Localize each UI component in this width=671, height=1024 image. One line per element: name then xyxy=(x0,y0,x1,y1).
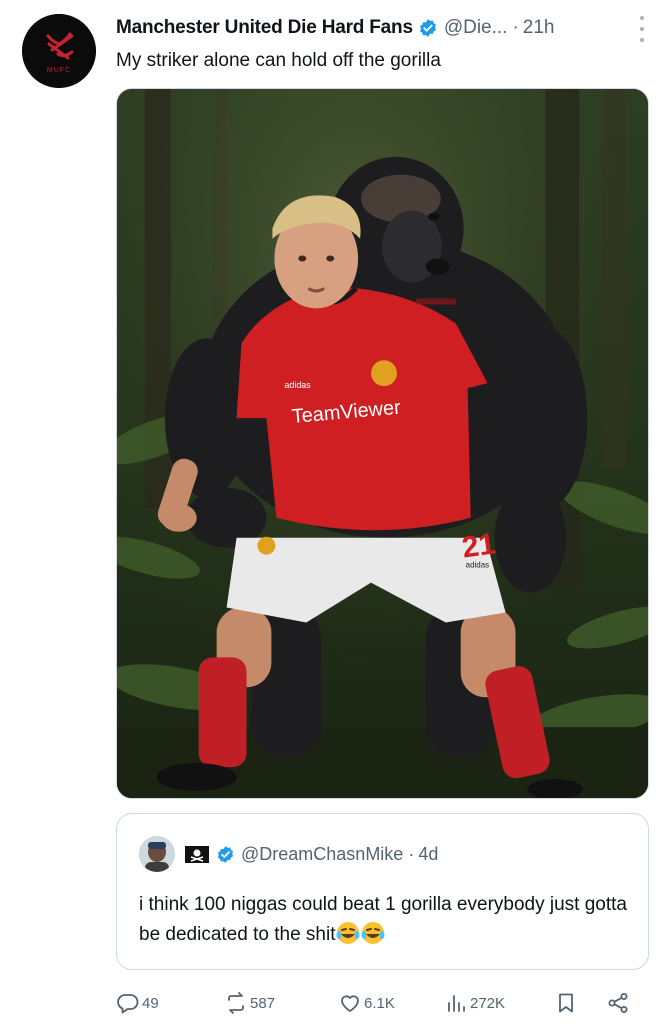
verified-badge-icon xyxy=(419,19,436,37)
quoted-post-header: @DreamChasnMike · 4d xyxy=(139,836,438,872)
pirate-flag-icon xyxy=(185,845,209,863)
separator-dot: · xyxy=(512,17,519,38)
quoted-post[interactable]: @DreamChasnMike · 4d i think 100 niggas … xyxy=(116,813,649,970)
share-button[interactable] xyxy=(606,988,630,1018)
shorts-brand: adidas xyxy=(466,561,489,570)
view-count: 272K xyxy=(470,994,506,1012)
more-options-icon[interactable] xyxy=(637,16,647,42)
quoted-author-avatar[interactable] xyxy=(139,836,175,872)
share-icon xyxy=(608,993,628,1013)
quoted-post-time[interactable]: 4d xyxy=(418,844,438,865)
bookmark-icon xyxy=(559,993,573,1013)
post-image[interactable]: 21 adidas adidas TeamViewer xyxy=(116,88,649,799)
reply-button[interactable]: 49 xyxy=(116,988,159,1018)
laughing-tears-emoji-icon xyxy=(361,922,385,944)
verified-badge-icon xyxy=(217,845,234,863)
bookmark-button[interactable] xyxy=(554,988,578,1018)
heart-icon xyxy=(341,995,359,1012)
like-button[interactable]: 6.1K xyxy=(338,988,395,1018)
reply-icon xyxy=(117,994,139,1014)
quoted-post-text-container: i think 100 niggas could beat 1 gorilla … xyxy=(139,890,639,950)
separator-dot: · xyxy=(408,843,415,864)
post-header: Manchester United Die Hard Fans @Die... … xyxy=(116,14,656,42)
reply-count: 49 xyxy=(142,994,159,1012)
like-count: 6.1K xyxy=(364,994,395,1012)
views-button[interactable]: 272K xyxy=(444,988,505,1018)
quoted-author-handle[interactable]: @DreamChasnMike xyxy=(241,844,403,865)
author-handle[interactable]: @Die... xyxy=(444,17,508,39)
post-time[interactable]: 21h xyxy=(523,17,555,39)
author-avatar[interactable]: MUFC xyxy=(22,14,96,88)
repost-button[interactable]: 587 xyxy=(224,988,275,1018)
views-chart-icon xyxy=(448,995,465,1012)
jersey-brand: adidas xyxy=(284,380,311,390)
author-name[interactable]: Manchester United Die Hard Fans xyxy=(116,17,413,39)
laughing-tears-emoji-icon xyxy=(336,922,360,944)
repost-icon xyxy=(228,992,244,1014)
avatar-logo-text: MUFC xyxy=(47,67,71,74)
repost-count: 587 xyxy=(250,994,276,1012)
action-bar: 49 587 6.1K 272K xyxy=(116,988,656,1018)
shorts-number: 21 xyxy=(460,527,498,564)
post-text: My striker alone can hold off the gorill… xyxy=(116,50,441,71)
